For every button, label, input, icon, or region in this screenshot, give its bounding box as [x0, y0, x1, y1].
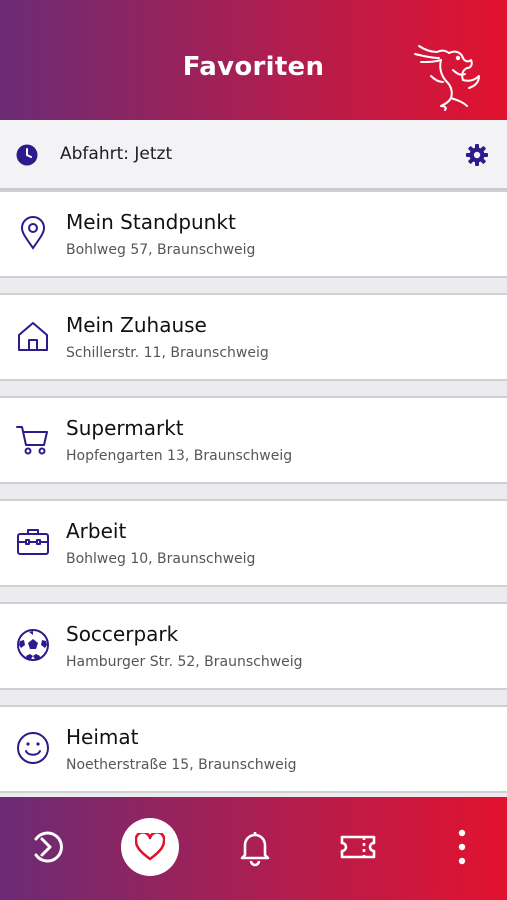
heart-icon [135, 833, 165, 861]
favorite-item-mein-standpunkt[interactable]: Mein Standpunkt Bohlweg 57, Braunschweig [0, 190, 507, 278]
departure-bar[interactable]: Abfahrt: Jetzt [0, 120, 507, 190]
favorite-title: Heimat [66, 725, 139, 749]
favorite-title: Mein Standpunkt [66, 210, 236, 234]
shopping-cart-icon [16, 422, 50, 456]
favorite-address: Noetherstraße 15, Braunschweig [66, 757, 297, 773]
favorite-item-mein-zuhause[interactable]: Mein Zuhause Schillerstr. 11, Braunschwe… [0, 293, 507, 381]
favorite-address: Bohlweg 57, Braunschweig [66, 242, 256, 258]
departure-time-label[interactable]: Abfahrt: Jetzt [60, 144, 172, 164]
favorite-title: Arbeit [66, 519, 127, 543]
favorite-address: Schillerstr. 11, Braunschweig [66, 345, 269, 361]
gear-icon[interactable] [465, 143, 489, 167]
home-icon [16, 319, 50, 353]
favorite-item-supermarkt[interactable]: Supermarkt Hopfengarten 13, Braunschweig [0, 396, 507, 484]
favorite-item-arbeit[interactable]: Arbeit Bohlweg 10, Braunschweig [0, 499, 507, 587]
tab-favorites[interactable] [121, 818, 179, 876]
ticket-icon[interactable] [336, 825, 380, 869]
briefcase-icon [16, 525, 50, 559]
journey-icon[interactable] [26, 825, 70, 869]
location-pin-icon [16, 216, 50, 250]
smiley-icon [16, 731, 50, 765]
app-header: Favoriten [0, 0, 507, 120]
clock-icon [16, 144, 38, 166]
favorite-title: Soccerpark [66, 622, 179, 646]
favorite-address: Bohlweg 10, Braunschweig [66, 551, 256, 567]
favorite-title: Mein Zuhause [66, 313, 207, 337]
bell-icon[interactable] [233, 825, 277, 869]
more-vertical-icon[interactable] [440, 825, 484, 869]
favorite-address: Hopfengarten 13, Braunschweig [66, 448, 293, 464]
favorite-item-heimat[interactable]: Heimat Noetherstraße 15, Braunschweig [0, 705, 507, 793]
favorite-address: Hamburger Str. 52, Braunschweig [66, 654, 303, 670]
soccer-ball-icon [16, 628, 50, 662]
bottom-navigation [0, 797, 507, 900]
lion-logo-icon [411, 40, 485, 112]
favorite-item-soccerpark[interactable]: Soccerpark Hamburger Str. 52, Braunschwe… [0, 602, 507, 690]
favorite-title: Supermarkt [66, 416, 184, 440]
